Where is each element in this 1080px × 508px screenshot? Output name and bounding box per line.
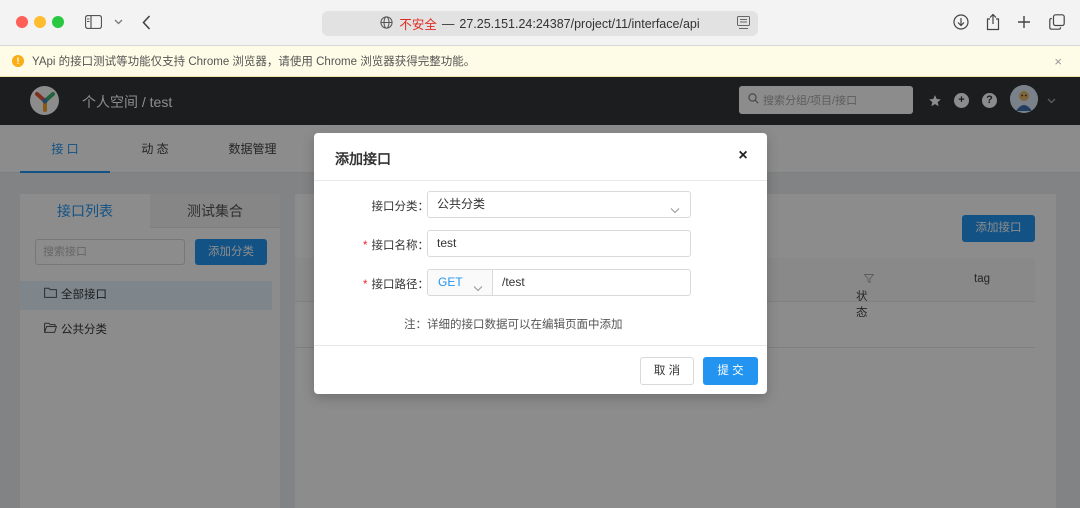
share-icon[interactable]: [985, 12, 1000, 32]
interface-path-input[interactable]: /test: [493, 269, 691, 296]
browser-toolbar: 不安全 — 27.25.151.24:24387/project/11/inte…: [0, 0, 1080, 46]
back-icon[interactable]: [139, 12, 153, 32]
close-window-button[interactable]: [16, 16, 28, 28]
cancel-button[interactable]: 取 消: [640, 357, 694, 385]
minimize-window-button[interactable]: [34, 16, 46, 28]
dialog-footer-divider: [314, 345, 767, 346]
address-bar[interactable]: 不安全 — 27.25.151.24:24387/project/11/inte…: [322, 11, 758, 36]
category-select[interactable]: 公共分类: [427, 191, 691, 218]
form-note: 注：详细的接口数据可以在编辑页面中添加: [404, 319, 623, 331]
new-tab-icon[interactable]: [1016, 12, 1031, 32]
submit-button[interactable]: 提 交: [703, 357, 758, 385]
category-select-value: 公共分类: [437, 197, 486, 211]
method-select[interactable]: GET: [427, 269, 493, 296]
browser-warning-bar: ! YApi 的接口测试等功能仅支持 Chrome 浏览器，请使用 Chrome…: [0, 46, 1080, 77]
dialog-header-divider: [314, 180, 767, 181]
method-select-value: GET: [438, 275, 463, 289]
maximize-window-button[interactable]: [52, 16, 64, 28]
category-label: 接口分类：: [371, 201, 430, 213]
warning-close-button[interactable]: ×: [1054, 54, 1062, 69]
url-text: 27.25.151.24:24387/project/11/interface/…: [459, 16, 700, 31]
insecure-label: 不安全: [399, 18, 437, 32]
dialog-title: 添加接口: [335, 151, 391, 167]
download-icon[interactable]: [952, 12, 969, 32]
warning-icon: !: [12, 55, 24, 67]
interface-name-input[interactable]: test: [427, 230, 691, 257]
path-label: * 接口路径：: [363, 279, 429, 291]
chevron-down-icon[interactable]: [112, 12, 124, 32]
tab-overview-icon[interactable]: [1048, 12, 1065, 32]
reader-icon[interactable]: [737, 16, 750, 33]
sidebar-toggle-icon[interactable]: [84, 12, 102, 32]
url-separator: —: [441, 16, 455, 31]
chevron-down-icon: [473, 276, 483, 301]
close-icon[interactable]: ×: [736, 148, 750, 164]
warning-text: YApi 的接口测试等功能仅支持 Chrome 浏览器，请使用 Chrome 浏…: [32, 56, 476, 68]
globe-icon: [380, 15, 393, 32]
add-interface-dialog: 添加接口 × 接口分类： 公共分类 * 接口名称： test * 接口路径： GET…: [314, 133, 767, 394]
chevron-down-icon: [670, 198, 680, 223]
name-label: * 接口名称：: [363, 240, 429, 252]
